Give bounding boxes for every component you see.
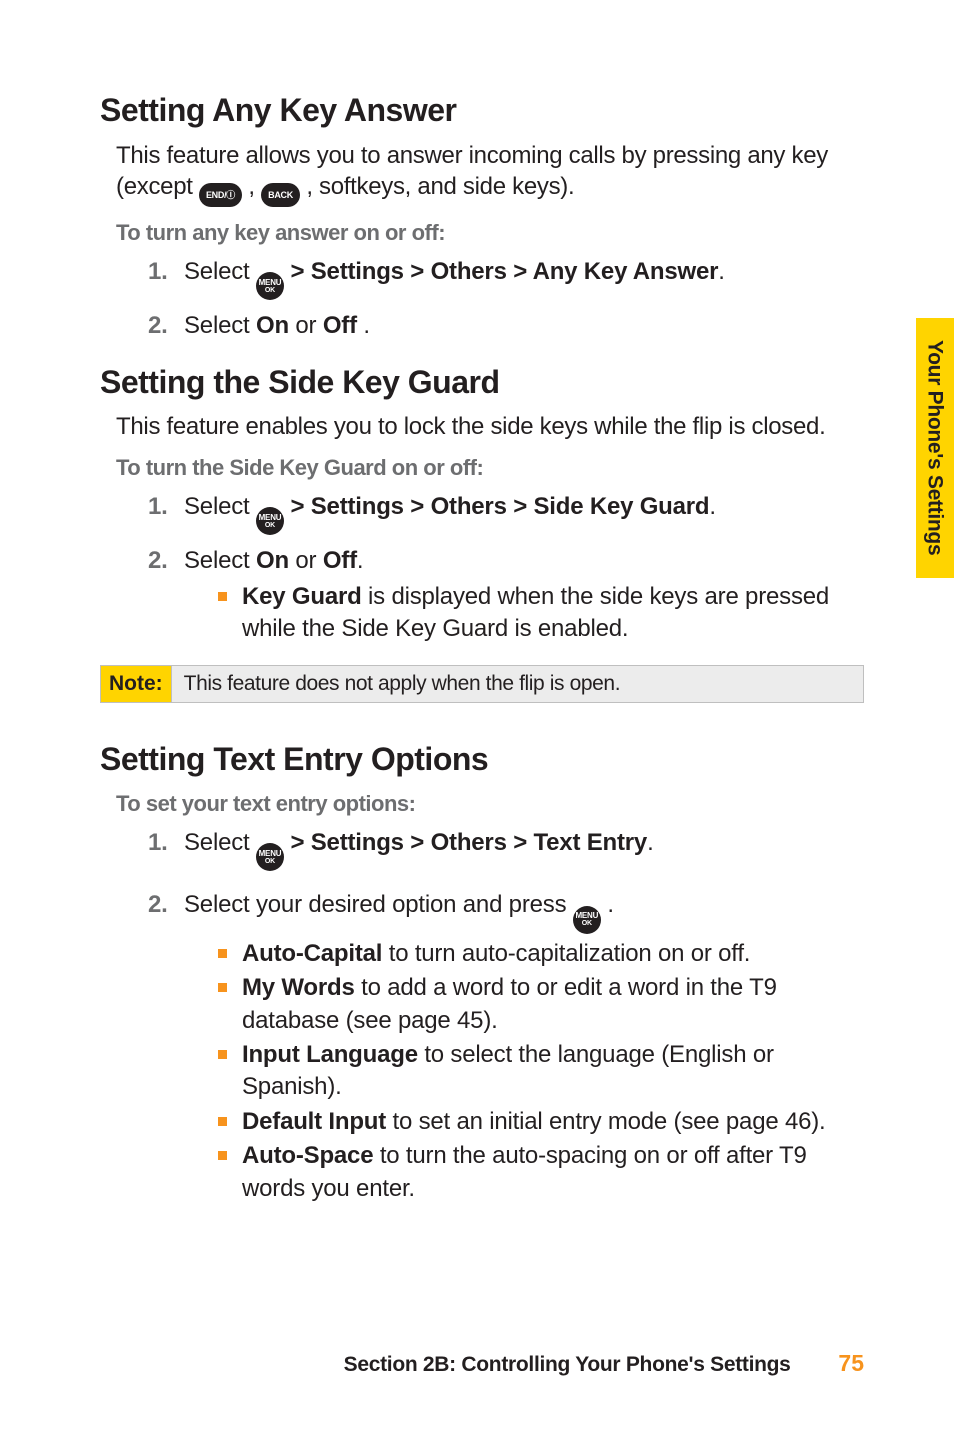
sec1-subheading: To turn any key answer on or off: [116,219,864,248]
sec2-step2-off: Off [323,547,357,574]
step-number: 2. [148,545,184,647]
sec2-step2-on: On [256,547,289,574]
step-number: 2. [148,889,184,1207]
sec3-subheading: To set your text entry options: [116,790,864,819]
menu-ok-icon-l1: MENU [259,514,282,522]
sec2-step1-path: > Settings > Others > Side Key Guard [290,493,709,520]
menu-ok-icon: MENU OK [573,906,601,934]
sec1-steps: 1. Select MENU OK > Settings > Others > … [148,256,864,342]
sec3-bullet3: Input Language to select the language (E… [218,1039,864,1104]
sec2-step2-a: Select [184,547,256,574]
end-key-icon: END/Ⓘ [199,183,242,207]
note-label: Note: [101,666,172,701]
step-number: 1. [148,256,184,301]
sec3-step2-post: . [607,891,613,918]
sec3-step1-path: > Settings > Others > Text Entry [290,829,647,856]
sec3-bullet5: Auto-Space to turn the auto-spacing on o… [218,1140,864,1205]
sec1-step2-on: On [256,312,289,339]
sec3-bullet2: My Words to add a word to or edit a word… [218,972,864,1037]
side-tab-label: Your Phone's Settings [921,340,948,555]
menu-ok-icon-l2: OK [265,858,275,865]
step-number: 2. [148,310,184,341]
note-body: This feature does not apply when the fli… [172,666,863,701]
sec2-steps: 1. Select MENU OK > Settings > Others > … [148,491,864,647]
sec2-note: Note: This feature does not apply when t… [100,665,864,702]
sec1-step2-post: . [357,312,370,339]
menu-ok-icon: MENU OK [256,272,284,300]
sec1-step1: 1. Select MENU OK > Settings > Others > … [148,256,864,301]
page-footer: Section 2B: Controlling Your Phone's Set… [0,1349,954,1379]
menu-ok-icon: MENU OK [256,507,284,535]
sec3-b4a: Default Input [242,1108,386,1135]
menu-ok-icon-l2: OK [265,522,275,529]
section-side-tab: Your Phone's Settings [916,318,954,578]
sec3-step1: 1. Select MENU OK > Settings > Others > … [148,827,864,872]
sec1-step1-pre: Select [184,258,256,285]
sec1-step2-a: Select [184,312,256,339]
sec2-step2-bullets: Key Guard is displayed when the side key… [218,581,864,646]
sec1-intro: This feature allows you to answer incomi… [116,140,864,208]
menu-ok-icon-l1: MENU [259,850,282,858]
sec2-step1-post: . [709,493,715,520]
sec3-b3a: Input Language [242,1041,418,1068]
sec2-bullet1: Key Guard is displayed when the side key… [218,581,864,646]
page-number: 75 [838,1350,864,1376]
menu-ok-icon-l1: MENU [259,279,282,287]
menu-ok-icon-l2: OK [582,920,592,927]
sec1-step1-path: > Settings > Others > Any Key Answer [290,258,718,285]
step-number: 1. [148,491,184,536]
sec3-b4b: to set an initial entry mode (see page 4… [386,1108,825,1135]
sec3-b1b: to turn auto-capitalization on or off. [382,940,750,967]
step-number: 1. [148,827,184,872]
back-key-icon: BACK [261,183,300,207]
sec2-heading: Setting the Side Key Guard [100,362,864,404]
sec2-step2: 2. Select On or Off. Key Guard is displa… [148,545,864,647]
sec1-intro-p2: , [248,173,261,200]
sec3-b5a: Auto-Space [242,1142,373,1169]
sec3-heading: Setting Text Entry Options [100,739,864,781]
sec3-step2-bullets: Auto-Capital to turn auto-capitalization… [218,938,864,1205]
page-content: Setting Any Key Answer This feature allo… [0,0,954,1431]
sec1-intro-p3: , softkeys, and side keys). [306,173,574,200]
footer-text: Section 2B: Controlling Your Phone's Set… [344,1353,791,1376]
menu-ok-icon: MENU OK [256,843,284,871]
sec3-bullet4: Default Input to set an initial entry mo… [218,1106,864,1138]
sec3-step2: 2. Select your desired option and press … [148,889,864,1207]
sec2-intro: This feature enables you to lock the sid… [116,411,864,442]
menu-ok-icon-l1: MENU [575,912,598,920]
sec2-step1: 1. Select MENU OK > Settings > Others > … [148,491,864,536]
sec3-step1-pre: Select [184,829,256,856]
sec2-step2-post: . [357,547,363,574]
sec1-step2-or: or [289,312,323,339]
sec3-b2a: My Words [242,974,355,1001]
sec3-steps: 1. Select MENU OK > Settings > Others > … [148,827,864,1207]
sec3-bullet1: Auto-Capital to turn auto-capitalization… [218,938,864,970]
sec1-step2: 2. Select On or Off . [148,310,864,341]
sec1-heading: Setting Any Key Answer [100,90,864,132]
sec3-b1a: Auto-Capital [242,940,382,967]
menu-ok-icon-l2: OK [265,287,275,294]
sec3-step2-pre: Select your desired option and press [184,891,573,918]
sec2-step2-or: or [289,547,323,574]
sec3-step1-post: . [647,829,653,856]
sec2-step1-pre: Select [184,493,256,520]
sec1-step1-post: . [718,258,724,285]
sec2-bullet1-a: Key Guard [242,583,362,610]
sec1-step2-off: Off [323,312,357,339]
sec2-subheading: To turn the Side Key Guard on or off: [116,454,864,483]
